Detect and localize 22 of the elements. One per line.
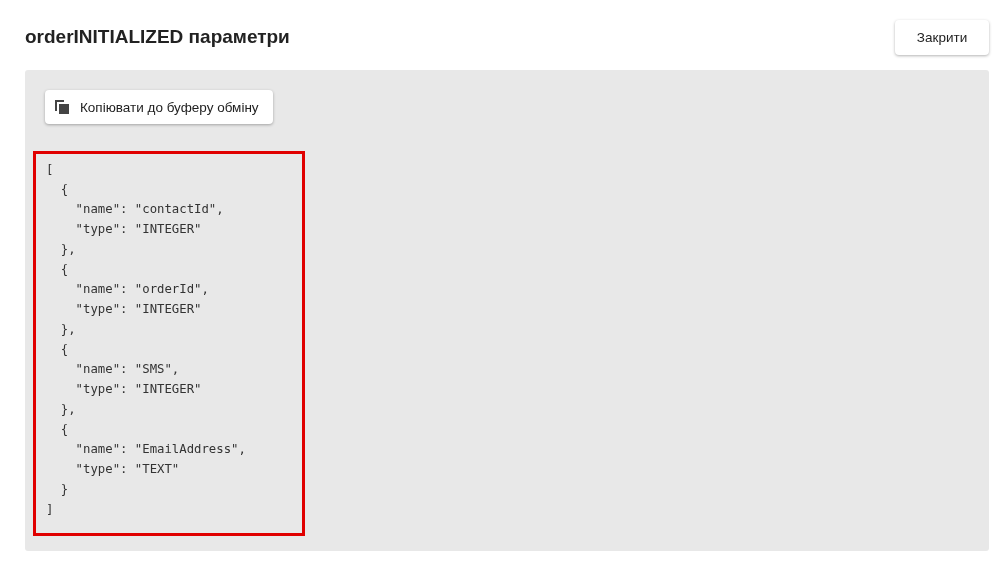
code-line: "name": "EmailAddress", xyxy=(74,442,246,456)
code-line: }, xyxy=(59,402,76,416)
code-line: "name": "SMS", xyxy=(74,362,180,376)
code-line: [ xyxy=(46,162,54,176)
close-button[interactable]: Закрити xyxy=(895,19,989,55)
copy-button[interactable]: Копіювати до буферу обміну xyxy=(45,90,273,124)
code-line: "type": "INTEGER" xyxy=(74,382,202,396)
code-line: "name": "contactId", xyxy=(74,202,224,216)
code-line: }, xyxy=(59,242,76,256)
code-line: "type": "TEXT" xyxy=(74,462,180,476)
code-line: ] xyxy=(46,502,54,516)
code-line: { xyxy=(59,182,69,196)
code-line: "type": "INTEGER" xyxy=(74,222,202,236)
dialog-title: orderINITIALIZED параметри xyxy=(25,26,290,48)
code-line: "name": "orderId", xyxy=(74,282,209,296)
code-line: { xyxy=(59,342,69,356)
code-line: { xyxy=(59,422,69,436)
code-line: }, xyxy=(59,322,76,336)
code-line: { xyxy=(59,262,69,276)
copy-icon xyxy=(55,100,69,114)
code-line: "type": "INTEGER" xyxy=(74,302,202,316)
code-line: } xyxy=(59,482,69,496)
